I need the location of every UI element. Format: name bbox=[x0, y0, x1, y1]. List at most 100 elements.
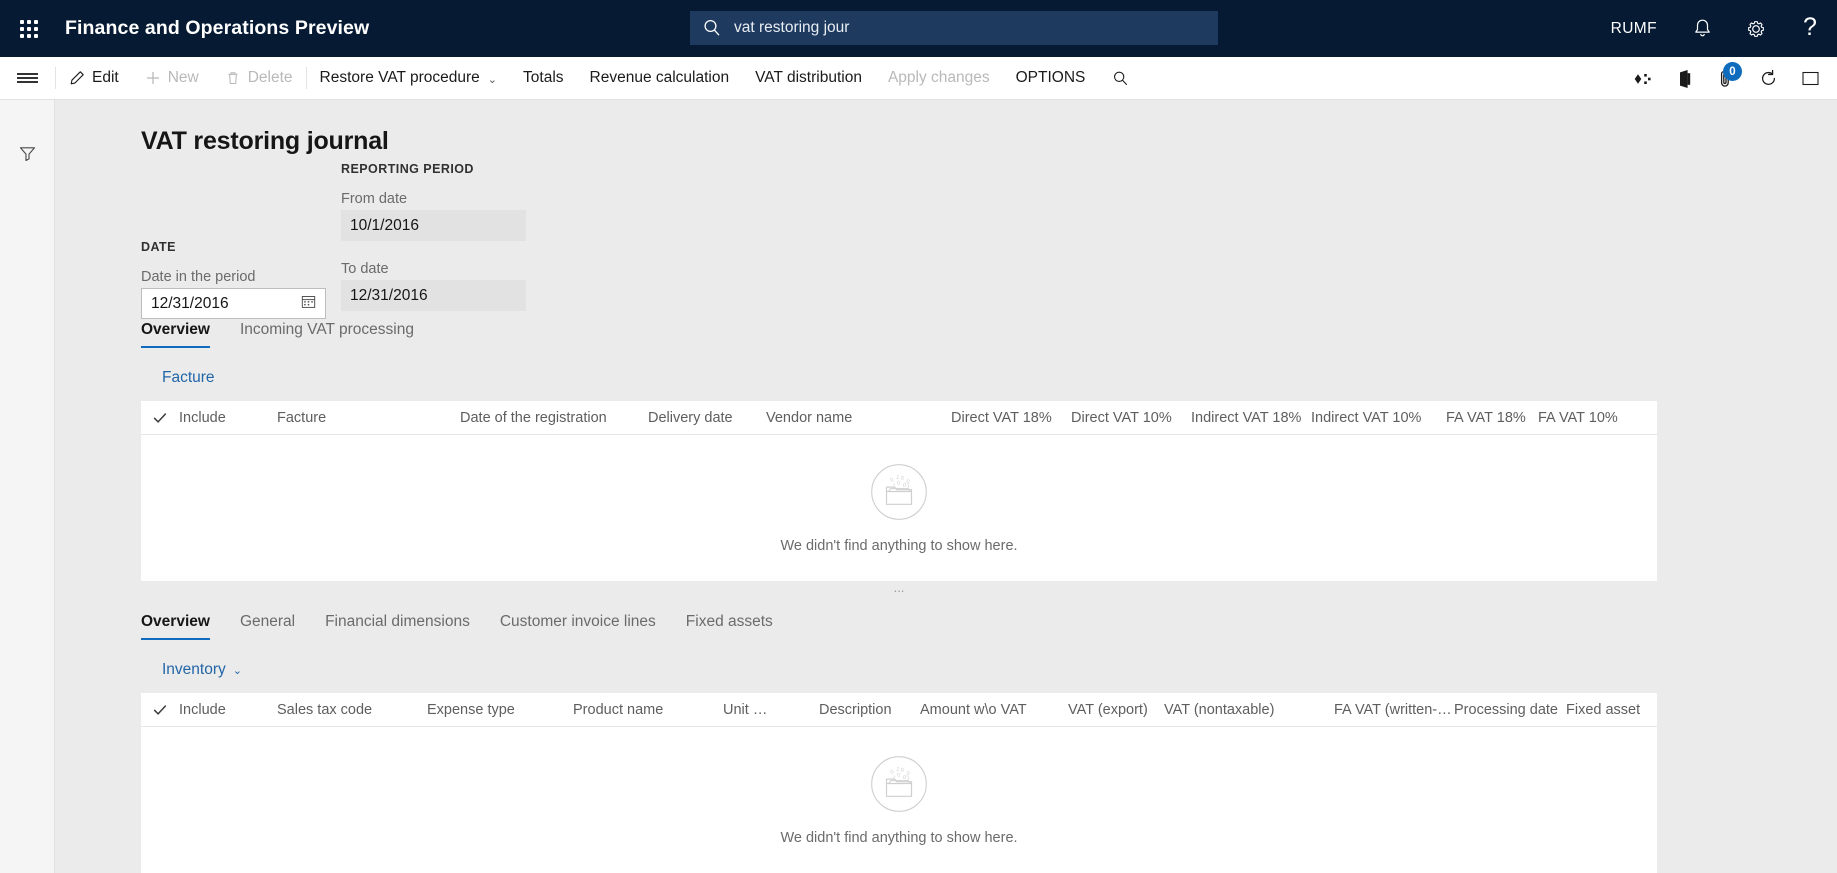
action-pane-toolbar: Edit New Delete Restore VAT procedure ⌄ … bbox=[0, 57, 1837, 100]
column-header-fa-vat-10[interactable]: FA VAT 10% bbox=[1538, 410, 1630, 426]
search-input-value[interactable]: vat restoring jour bbox=[734, 19, 849, 37]
options-button[interactable]: OPTIONS bbox=[1003, 57, 1099, 100]
attach-diamond-icon[interactable] bbox=[1621, 57, 1663, 100]
column-header-delivery-date[interactable]: Delivery date bbox=[648, 410, 766, 426]
column-header-facture[interactable]: Facture bbox=[277, 410, 460, 426]
column-header-direct-vat-10[interactable]: Direct VAT 10% bbox=[1071, 410, 1191, 426]
company-selector[interactable]: RUMF bbox=[1593, 20, 1675, 38]
tab-overview-lower[interactable]: Overview bbox=[141, 613, 210, 640]
totals-button[interactable]: Totals bbox=[510, 57, 577, 100]
inventory-grid-header: Include Sales tax code Expense type Prod… bbox=[141, 693, 1657, 727]
facture-section-label: Facture bbox=[162, 369, 215, 386]
main-content: VAT restoring journal REPORTING PERIOD F… bbox=[55, 100, 1837, 873]
vat-distribution-label: VAT distribution bbox=[755, 69, 862, 86]
help-question-icon[interactable]: ? bbox=[1783, 0, 1837, 57]
revenue-calculation-button[interactable]: Revenue calculation bbox=[577, 57, 743, 100]
delete-button-label: Delete bbox=[247, 69, 293, 86]
column-header-registration-date[interactable]: Date of the registration bbox=[460, 410, 648, 426]
search-icon bbox=[702, 18, 722, 38]
tab-overview-upper[interactable]: Overview bbox=[141, 321, 210, 348]
from-date-input[interactable]: 10/1/2016 bbox=[341, 210, 526, 241]
page-body: VAT restoring journal REPORTING PERIOD F… bbox=[0, 100, 1837, 873]
delete-button[interactable]: Delete bbox=[212, 57, 306, 100]
options-label: OPTIONS bbox=[1015, 69, 1086, 86]
app-launcher-icon[interactable] bbox=[0, 0, 57, 57]
column-header-unit-quantity[interactable]: Unit quantity bbox=[723, 702, 775, 718]
vat-distribution-button[interactable]: VAT distribution bbox=[742, 57, 875, 100]
svg-text:1: 1 bbox=[906, 775, 910, 781]
attachments-badge-count: 0 bbox=[1723, 62, 1742, 81]
apply-changes-button[interactable]: Apply changes bbox=[875, 57, 1003, 100]
pencil-icon bbox=[69, 70, 85, 86]
panel-icon[interactable] bbox=[1789, 57, 1831, 100]
plus-icon bbox=[145, 70, 161, 86]
refresh-icon[interactable] bbox=[1747, 57, 1789, 100]
svg-text:1: 1 bbox=[906, 483, 910, 489]
column-header-fa-vat-18[interactable]: FA VAT 18% bbox=[1446, 410, 1538, 426]
date-in-period-input[interactable]: 12/31/2016 bbox=[141, 288, 326, 319]
toolbar-search-icon[interactable] bbox=[1098, 57, 1143, 100]
column-header-processing-date[interactable]: Processing date bbox=[1454, 702, 1566, 718]
global-search-box[interactable]: vat restoring jour bbox=[690, 11, 1218, 45]
select-all-checkmark-icon[interactable] bbox=[153, 411, 179, 425]
tab-incoming-vat-processing[interactable]: Incoming VAT processing bbox=[240, 321, 414, 348]
from-date-field: From date 10/1/2016 bbox=[341, 191, 541, 241]
column-header-fa-vat-written-off[interactable]: FA VAT (written-off) bbox=[1334, 702, 1454, 718]
empty-folder-icon: 0 1 0 0 1 0 0 1 bbox=[870, 755, 928, 818]
reporting-period-group-label: REPORTING PERIOD bbox=[341, 162, 474, 176]
to-date-input[interactable]: 12/31/2016 bbox=[341, 280, 526, 311]
column-header-product-name[interactable]: Product name bbox=[573, 702, 723, 718]
select-all-checkmark-icon[interactable] bbox=[153, 703, 179, 717]
column-header-vendor-name[interactable]: Vendor name bbox=[766, 410, 951, 426]
notifications-bell-icon[interactable] bbox=[1675, 0, 1729, 57]
facture-grid-empty-state: 0 1 0 0 1 0 0 1 We didn't find anything … bbox=[141, 435, 1657, 581]
new-button[interactable]: New bbox=[132, 57, 212, 100]
tab-customer-invoice-lines[interactable]: Customer invoice lines bbox=[500, 613, 656, 640]
date-in-period-field: Date in the period 12/31/2016 bbox=[141, 269, 341, 319]
facture-grid-resize-handle[interactable]: ... bbox=[141, 581, 1657, 595]
upper-tabstrip: Overview Incoming VAT processing bbox=[141, 321, 1837, 357]
column-header-include[interactable]: Include bbox=[179, 410, 277, 426]
facture-grid-empty-message: We didn't find anything to show here. bbox=[780, 537, 1018, 554]
chevron-down-icon: ⌄ bbox=[232, 664, 242, 677]
left-rail bbox=[0, 100, 55, 873]
from-date-label: From date bbox=[341, 191, 408, 207]
apply-changes-label: Apply changes bbox=[887, 69, 990, 86]
settings-gear-icon[interactable] bbox=[1729, 0, 1783, 57]
waffle-grid bbox=[19, 19, 38, 38]
tab-fixed-assets[interactable]: Fixed assets bbox=[686, 613, 773, 640]
hamburger-menu[interactable] bbox=[0, 57, 55, 100]
restore-vat-procedure-button[interactable]: Restore VAT procedure ⌄ bbox=[307, 57, 510, 100]
facture-grid: Include Facture Date of the registration… bbox=[141, 401, 1657, 581]
inventory-section-link[interactable]: Inventory ⌄ bbox=[162, 661, 242, 679]
column-header-indirect-vat-18[interactable]: Indirect VAT 18% bbox=[1191, 410, 1311, 426]
inventory-grid-empty-message: We didn't find anything to show here. bbox=[780, 829, 1018, 846]
inventory-grid-empty-state: 0 1 0 0 1 0 0 1 We didn't find anything … bbox=[141, 727, 1657, 873]
empty-folder-icon: 0 1 0 0 1 0 0 1 bbox=[870, 463, 928, 526]
column-header-sales-tax-code[interactable]: Sales tax code bbox=[277, 702, 427, 718]
column-header-description[interactable]: Description bbox=[775, 702, 920, 718]
edit-button[interactable]: Edit bbox=[56, 57, 132, 100]
column-header-vat-nontaxable[interactable]: VAT (nontaxable) bbox=[1164, 702, 1334, 718]
page-title: VAT restoring journal bbox=[141, 127, 389, 155]
filter-funnel-icon[interactable] bbox=[0, 134, 55, 172]
facture-grid-header: Include Facture Date of the registration… bbox=[141, 401, 1657, 435]
column-header-fixed-asset[interactable]: Fixed asset bbox=[1566, 702, 1656, 718]
chevron-down-icon: ⌄ bbox=[487, 73, 498, 86]
app-title: Finance and Operations Preview bbox=[65, 17, 370, 39]
column-header-vat-export[interactable]: VAT (export) bbox=[1068, 702, 1164, 718]
facture-section-link[interactable]: Facture bbox=[162, 369, 215, 387]
column-header-include-2[interactable]: Include bbox=[179, 702, 277, 718]
attachments-icon[interactable]: 0 bbox=[1705, 57, 1747, 100]
column-header-indirect-vat-10[interactable]: Indirect VAT 10% bbox=[1311, 410, 1446, 426]
calendar-icon[interactable] bbox=[301, 294, 316, 314]
date-in-period-label: Date in the period bbox=[141, 269, 256, 285]
column-header-direct-vat-18[interactable]: Direct VAT 18% bbox=[951, 410, 1071, 426]
svg-text:0: 0 bbox=[900, 767, 904, 773]
office-app-icon[interactable] bbox=[1663, 57, 1705, 100]
reporting-period-group: REPORTING PERIOD From date 10/1/2016 To … bbox=[341, 162, 541, 311]
column-header-expense-type[interactable]: Expense type bbox=[427, 702, 573, 718]
tab-general[interactable]: General bbox=[240, 613, 295, 640]
column-header-amount-wo-vat[interactable]: Amount w\o VAT bbox=[920, 702, 1068, 718]
tab-financial-dimensions[interactable]: Financial dimensions bbox=[325, 613, 470, 640]
